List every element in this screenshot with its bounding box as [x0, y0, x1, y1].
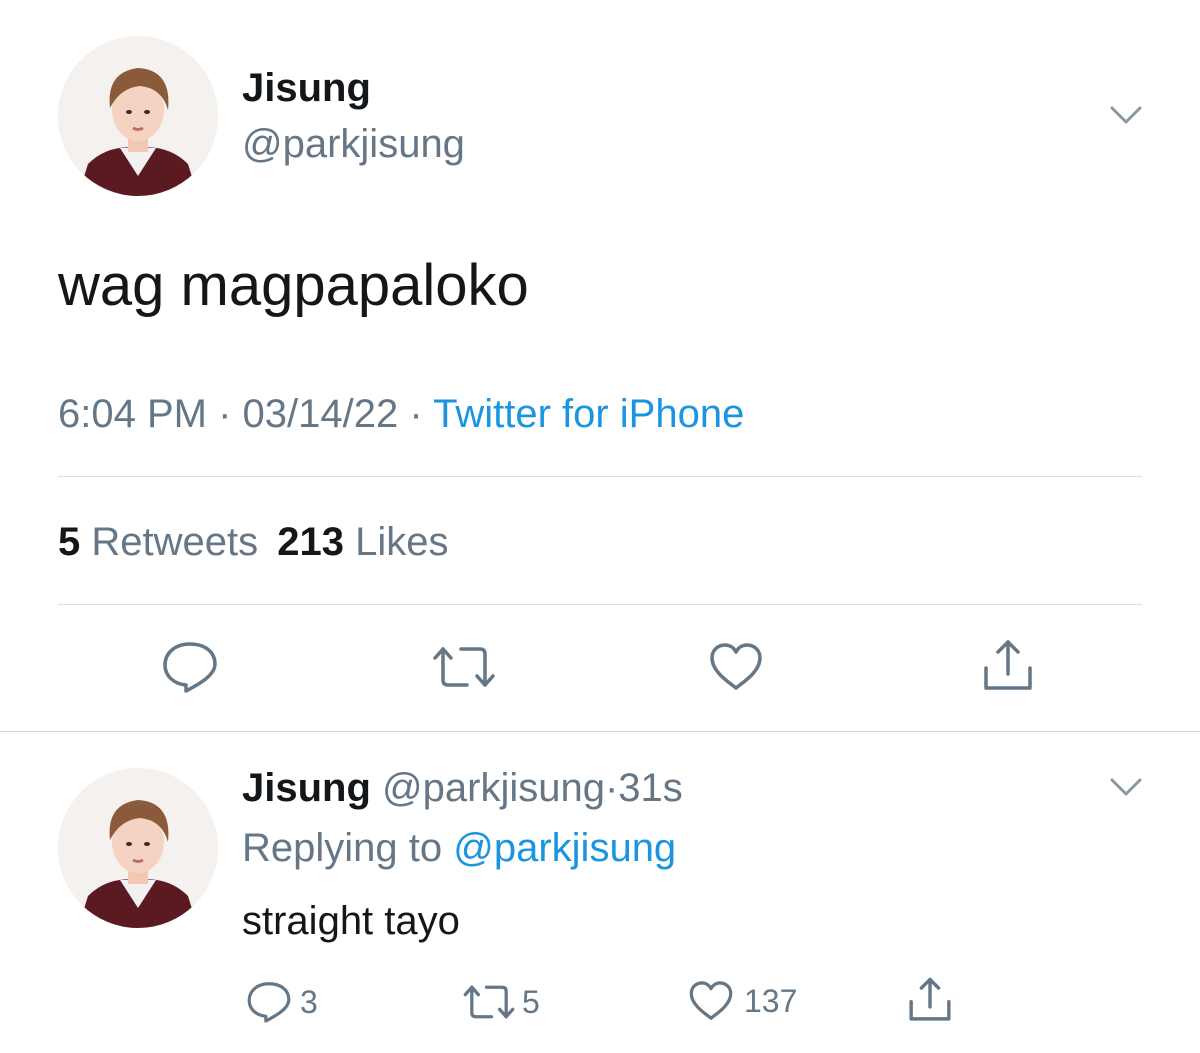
- retweet-icon: [462, 982, 516, 1022]
- likes-stat[interactable]: 213 Likes: [277, 520, 448, 564]
- retweets-count: 5: [58, 520, 81, 564]
- tweet-stats: 5 Retweets 213 Likes: [58, 518, 449, 566]
- tweet-meta: 6:04 PM · 03/14/22 · Twitter for iPhone: [58, 390, 744, 438]
- like-action[interactable]: 137: [688, 980, 797, 1022]
- retweets-stat[interactable]: 5 Retweets: [58, 520, 269, 564]
- retweet-action[interactable]: 5: [462, 982, 540, 1022]
- heart-icon[interactable]: [708, 642, 764, 692]
- share-icon[interactable]: [980, 638, 1036, 694]
- heart-icon: [688, 980, 734, 1022]
- reply-icon: [246, 980, 292, 1024]
- display-name[interactable]: Jisung: [242, 766, 371, 810]
- reply-count: 3: [300, 983, 318, 1020]
- avatar[interactable]: [58, 36, 218, 196]
- chevron-down-icon[interactable]: [1106, 96, 1146, 136]
- replying-to: Replying to @parkjisung: [242, 824, 676, 872]
- likes-label: Likes: [355, 520, 449, 564]
- share-icon[interactable]: [906, 976, 954, 1024]
- divider: [0, 731, 1200, 732]
- replying-label: Replying to: [242, 826, 443, 870]
- divider: [58, 604, 1142, 605]
- meta-separator: ·: [604, 766, 619, 810]
- tweet-time: 6:04 PM: [58, 392, 207, 436]
- tweet-source-link[interactable]: Twitter for iPhone: [433, 392, 744, 436]
- retweet-icon[interactable]: [431, 644, 497, 690]
- display-name[interactable]: Jisung: [242, 64, 371, 112]
- replying-handle-link[interactable]: @parkjisung: [453, 826, 676, 870]
- tweet-age: 31s: [618, 766, 683, 810]
- user-handle[interactable]: @parkjisung: [242, 120, 465, 168]
- avatar[interactable]: [58, 768, 218, 928]
- user-handle[interactable]: @parkjisung: [382, 766, 605, 810]
- chevron-down-icon[interactable]: [1106, 768, 1146, 808]
- reply-text: straight tayo: [242, 899, 460, 943]
- meta-separator: ·: [409, 392, 423, 436]
- meta-separator: ·: [218, 392, 232, 436]
- like-count: 137: [744, 982, 798, 1019]
- retweet-count: 5: [522, 983, 540, 1020]
- retweets-label: Retweets: [91, 520, 259, 564]
- tweet-date[interactable]: 03/14/22: [243, 392, 399, 436]
- likes-count: 213: [277, 520, 344, 564]
- reply-action[interactable]: 3: [246, 980, 318, 1024]
- tweet-text: wag magpapaloko: [58, 253, 529, 318]
- reply-icon[interactable]: [161, 640, 219, 694]
- reply-header: Jisung @parkjisung·31s: [242, 764, 683, 812]
- divider: [58, 476, 1142, 477]
